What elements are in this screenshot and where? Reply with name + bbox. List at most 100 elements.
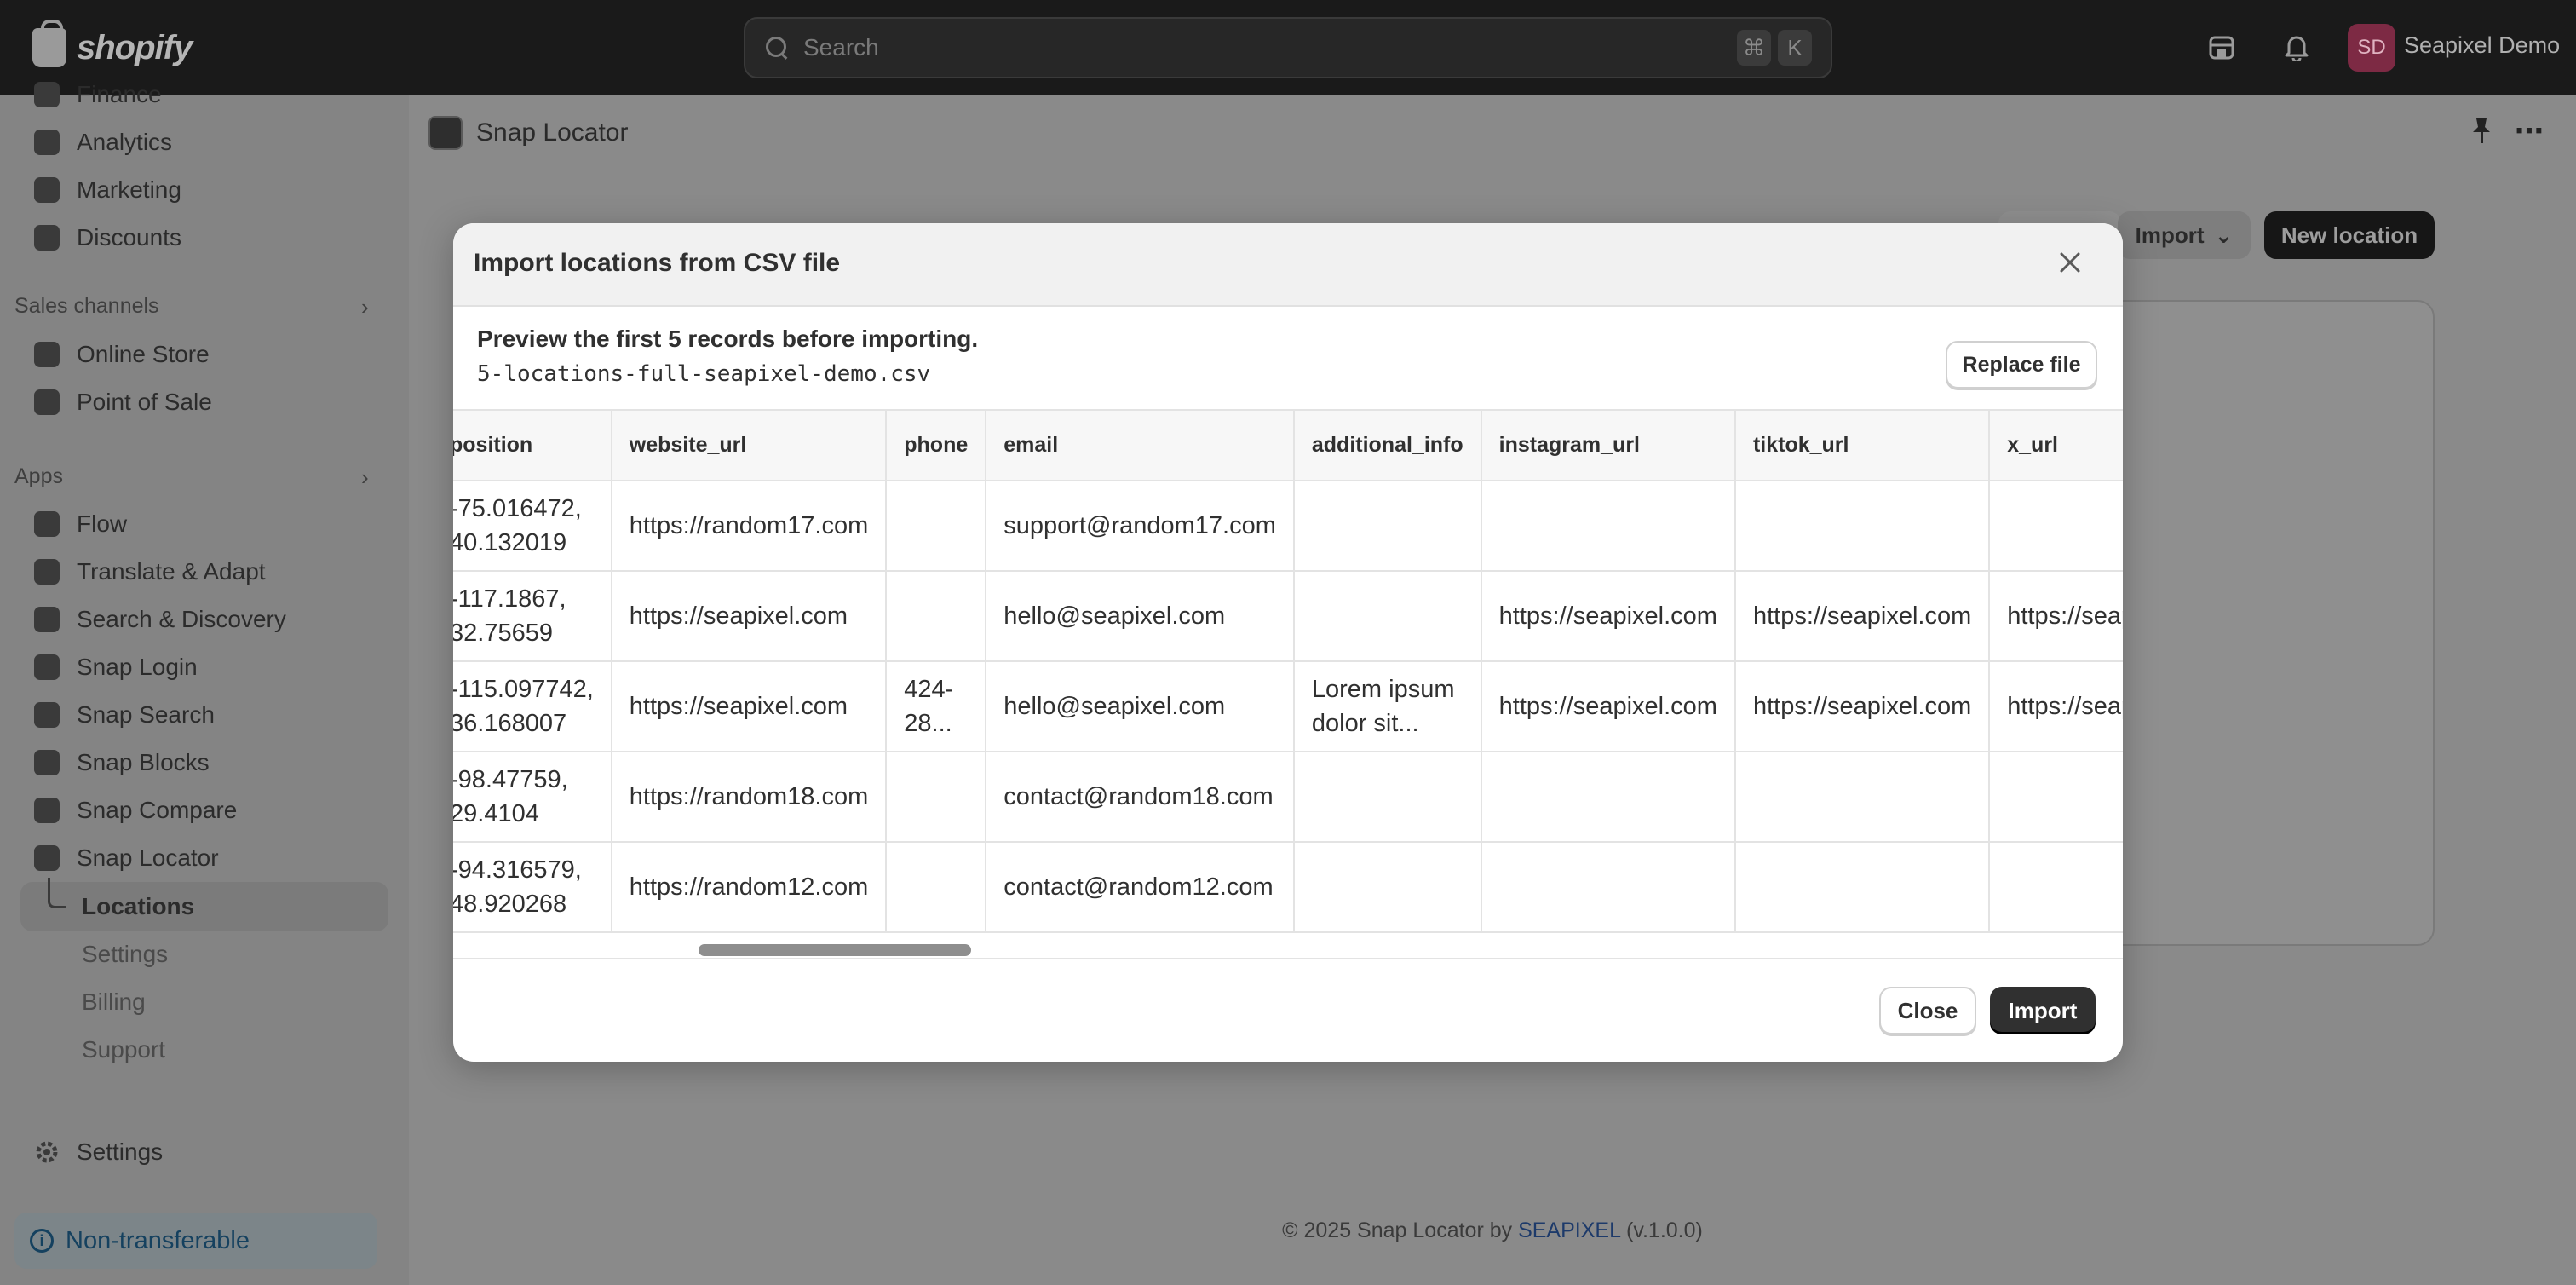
sidebar-item-label: Snap Search <box>77 701 215 728</box>
bell-icon <box>2285 36 2309 61</box>
notifications-button[interactable] <box>2274 26 2319 70</box>
sidebar-item-finance[interactable]: Finance <box>34 74 162 115</box>
sidebar-item-discounts[interactable]: Discounts <box>34 217 181 258</box>
store-icon <box>34 342 60 367</box>
footer-brand-link[interactable]: SEAPIXEL <box>1518 1219 1620 1242</box>
avatar[interactable]: SD <box>2348 24 2395 72</box>
search-icon <box>764 35 790 61</box>
cell-website-url: https://random17.com <box>611 481 888 572</box>
sidebar-item-translate-adapt[interactable]: Translate & Adapt <box>34 551 266 592</box>
snap-locator-app-icon <box>428 116 463 150</box>
cell-x-url <box>1989 481 2123 572</box>
cell-tiktok-url <box>1734 842 1991 933</box>
close-button[interactable]: Close <box>1879 987 1976 1034</box>
shopify-logo[interactable]: shopify <box>32 20 193 72</box>
cell-email: hello@seapixel.com <box>986 661 1295 752</box>
sidebar-sub-item-locations[interactable]: Locations <box>82 886 194 927</box>
cell-additional-info <box>1293 571 1482 662</box>
pin-icon[interactable] <box>2469 116 2499 147</box>
chart-icon <box>34 130 60 155</box>
cell-x-url <box>1989 842 2123 933</box>
scrollbar-thumb[interactable] <box>699 944 971 956</box>
sidebar-sub-item-support[interactable]: Support <box>82 1029 165 1070</box>
logo-text: shopify <box>77 28 193 66</box>
column-header-tiktok-url: tiktok_url <box>1734 411 1991 481</box>
cell-website-url: https://seapixel.com <box>611 571 888 662</box>
sidebar-item-snap-locator[interactable]: Snap Locator <box>34 838 219 879</box>
table-row: -98.47759, 29.4104 https://random18.com … <box>453 752 2123 843</box>
import-button[interactable]: Import <box>1990 987 2096 1034</box>
sidebar-item-label: Search & Discovery <box>77 606 286 632</box>
sidebar-item-label: Point of Sale <box>77 389 212 415</box>
cell-position: -75.016472, 40.132019 <box>453 481 612 572</box>
sidebar-item-snap-search[interactable]: Snap Search <box>34 694 215 735</box>
cell-x-url: https://seapixel.com <box>1989 571 2123 662</box>
flow-app-icon <box>34 511 60 537</box>
sidebar-item-label: Snap Blocks <box>77 749 210 775</box>
table-header-row: position website_url phone email additio… <box>453 411 2123 481</box>
store-name[interactable]: Seapixel Demo <box>2404 32 2560 59</box>
target-icon <box>34 177 60 203</box>
table-row: -75.016472, 40.132019 https://random17.c… <box>453 481 2123 572</box>
cell-phone <box>886 481 987 572</box>
gear-icon <box>36 1141 58 1163</box>
cell-tiktok-url: https://seapixel.com <box>1734 661 1991 752</box>
pos-icon <box>34 389 60 415</box>
shortcut-key-k: K <box>1778 30 1812 66</box>
more-options-icon[interactable]: ⋯ <box>2515 114 2549 147</box>
column-header-position: position <box>453 411 612 481</box>
new-location-button[interactable]: New location <box>2264 211 2435 259</box>
sales-channels-heading[interactable]: Sales channels <box>14 294 159 319</box>
replace-file-button[interactable]: Replace file <box>1946 341 2097 389</box>
cell-x-url <box>1989 752 2123 843</box>
cell-tiktok-url <box>1734 481 1991 572</box>
sidebar-item-label: Analytics <box>77 129 173 155</box>
discount-icon <box>34 225 60 251</box>
snap-login-app-icon <box>34 654 60 680</box>
sidebar-item-label: Online Store <box>77 341 210 367</box>
cell-phone <box>886 752 987 843</box>
app-title: Snap Locator <box>476 118 629 147</box>
footer-version: (v.1.0.0) <box>1626 1219 1703 1242</box>
preview-title: Preview the first 5 records before impor… <box>477 326 979 352</box>
table-row: -117.1867, 32.75659 https://seapixel.com… <box>453 571 2123 662</box>
cell-phone <box>886 571 987 662</box>
sidebar-item-online-store[interactable]: Online Store <box>34 334 210 375</box>
sidebar-item-analytics[interactable]: Analytics <box>34 122 172 163</box>
snap-locator-app-icon <box>34 845 60 871</box>
cell-x-url: https://seapixel.com <box>1989 661 2123 752</box>
cell-instagram-url <box>1481 752 1736 843</box>
sidebar-item-label: Finance <box>77 81 162 107</box>
cell-website-url: https://random18.com <box>611 752 888 843</box>
sidebar-item-flow[interactable]: Flow <box>34 504 127 545</box>
chevron-right-icon[interactable]: › <box>361 294 369 320</box>
cell-additional-info: Lorem ipsum dolor sit... <box>1293 661 1482 752</box>
sidebar-item-settings[interactable]: Settings <box>34 1132 163 1173</box>
sidebar-item-snap-compare[interactable]: Snap Compare <box>34 790 237 831</box>
file-name: 5-locations-full-seapixel-demo.csv <box>477 361 931 387</box>
cell-position: -117.1867, 32.75659 <box>453 571 612 662</box>
search-bar[interactable]: Search ⌘ K <box>744 17 1832 78</box>
cell-tiktok-url <box>1734 752 1991 843</box>
apps-heading[interactable]: Apps <box>14 464 63 489</box>
sidebar-item-search-discovery[interactable]: Search & Discovery <box>34 599 286 640</box>
horizontal-scrollbar[interactable] <box>453 936 2123 959</box>
sidebar-item-marketing[interactable]: Marketing <box>34 170 181 210</box>
sidebar-sub-item-settings[interactable]: Settings <box>82 934 168 975</box>
store-icon-button[interactable] <box>2199 26 2244 70</box>
cell-position: -115.097742, 36.168007 <box>453 661 612 752</box>
sidebar-item-snap-login[interactable]: Snap Login <box>34 647 198 688</box>
sidebar-item-point-of-sale[interactable]: Point of Sale <box>34 382 212 423</box>
sidebar-item-label: Discounts <box>77 224 181 251</box>
cell-email: support@random17.com <box>986 481 1295 572</box>
sidebar-item-label: Snap Login <box>77 654 198 680</box>
close-icon[interactable] <box>2051 244 2089 281</box>
sidebar-item-snap-blocks[interactable]: Snap Blocks <box>34 742 210 783</box>
import-dropdown-button[interactable]: Import ⌄ <box>2118 211 2251 259</box>
preview-table-container[interactable]: position website_url phone email additio… <box>453 409 2123 958</box>
cell-additional-info <box>1293 842 1482 933</box>
sidebar-item-label: Settings <box>77 1138 164 1165</box>
chevron-right-icon[interactable]: › <box>361 464 369 491</box>
cell-additional-info <box>1293 481 1482 572</box>
sidebar-sub-item-billing[interactable]: Billing <box>82 982 146 1023</box>
